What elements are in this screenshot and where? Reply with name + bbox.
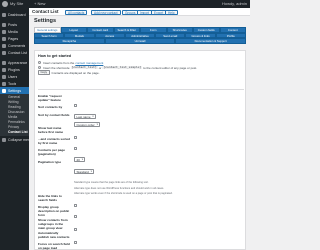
pagination-description-2: Alternate type does not use WordPress fu… <box>74 186 165 190</box>
section-divider <box>38 89 244 90</box>
tab-recaptcha[interactable]: Recaptcha <box>34 38 105 44</box>
sidebar-item-appearance[interactable]: Appearance <box>0 59 29 66</box>
copy-shortcode-button[interactable]: Copy <box>38 69 50 76</box>
media-icon <box>2 29 6 34</box>
sidebar-item-tools[interactable]: Tools <box>0 80 29 87</box>
pin-icon <box>2 22 6 27</box>
settings-tabs: General settings Layout Contact card Sea… <box>34 27 247 44</box>
page-title: Settings <box>34 18 57 24</box>
tab-documentation-support[interactable]: Documentation & Support <box>175 38 247 44</box>
sidebar-item-plugins[interactable]: Plugins <box>0 66 29 73</box>
plugin-icon <box>2 67 6 72</box>
page-icon <box>2 36 6 41</box>
submenu-contact-list[interactable]: Contact List <box>0 130 29 135</box>
sidebar-item-settings[interactable]: Settings <box>0 87 29 94</box>
collapse-icon <box>2 137 6 142</box>
wordpress-logo-icon[interactable] <box>2 1 8 7</box>
contact-management-link[interactable]: contact management <box>75 61 103 65</box>
admin-bar-user[interactable]: Howdy, admin <box>222 1 247 7</box>
chevron-down-icon: ▾ <box>90 170 92 174</box>
chevron-down-icon: ▾ <box>96 123 98 127</box>
sidebar-collapse-menu[interactable]: Collapse menu <box>0 136 29 143</box>
step-2-marker <box>38 66 41 69</box>
sidebar-item-comments[interactable]: Comments <box>0 42 29 49</box>
sort-fields-select[interactable]: Custom order ▾ <box>74 122 100 127</box>
getting-started-step-3: Copy Contacts are displayed on the page. <box>38 69 188 76</box>
settings-submenu: General Writing Reading Discussion Media… <box>0 94 29 136</box>
export-button[interactable]: Export <box>151 9 167 15</box>
plugin-toolbar: Contact List All contacts Add new contac… <box>29 8 250 16</box>
getting-started-title: How to get started <box>38 54 72 58</box>
groups-button[interactable]: Groups <box>122 9 139 15</box>
getting-started-box: How to get started Insert contacts from … <box>38 54 197 76</box>
pagination-type-select[interactable]: Standard ▾ <box>74 169 94 174</box>
admin-bar: My Site + New Howdy, admin <box>0 0 250 8</box>
sidebar-item-contact-list[interactable]: Contact List <box>0 49 29 56</box>
wrench-icon <box>2 81 6 86</box>
tab-uninstall[interactable]: Uninstall <box>104 38 176 44</box>
pagination-description-3: Alternate type works even if the shortco… <box>74 192 173 196</box>
sidebar-item-pages[interactable]: Pages <box>0 35 29 42</box>
add-new-contact-button[interactable]: Add new contact <box>91 9 121 15</box>
import-button[interactable]: Import <box>137 9 153 15</box>
brush-icon <box>2 60 6 65</box>
plugin-title: Contact List <box>32 9 59 14</box>
help-button[interactable]: Help <box>165 9 178 15</box>
sidebar-item-dashboard[interactable]: Dashboard <box>0 11 29 18</box>
admin-bar-site-name[interactable]: My Site <box>10 1 23 7</box>
pagination-description-1: Standard type means that the page links … <box>74 181 149 184</box>
dashboard-icon <box>2 12 6 17</box>
settings-icon <box>2 88 6 93</box>
shortcode-contact-list-simple: [contact_list_simple] <box>102 66 143 69</box>
all-contacts-button[interactable]: All contacts <box>65 9 88 15</box>
settings-panel: How to get started Insert contacts from … <box>34 50 246 250</box>
shortcode-contact-list: [contact_list] <box>70 66 98 69</box>
contacts-icon <box>2 50 6 55</box>
step-1-marker <box>38 61 41 64</box>
admin-bar-new[interactable]: + New <box>34 1 45 7</box>
comment-icon <box>2 43 6 48</box>
sidebar-item-posts[interactable]: Posts <box>0 21 29 28</box>
sidebar-item-media[interactable]: Media <box>0 28 29 35</box>
admin-sidebar: Dashboard Posts Media Pages Comments Con… <box>0 8 29 250</box>
sidebar-item-users[interactable]: Users <box>0 73 29 80</box>
user-icon <box>2 74 6 79</box>
